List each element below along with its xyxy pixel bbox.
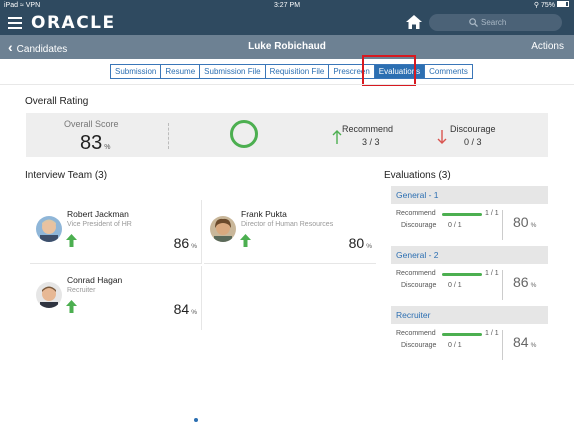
battery-percent: 75% [540, 2, 555, 9]
team-member-card[interactable]: Conrad Hagan Recruiter 84% [30, 266, 202, 330]
recommend-value: 3 / 3 [362, 137, 380, 147]
discourage-value: 0 / 3 [464, 137, 482, 147]
member-name: Robert Jackman [67, 209, 129, 219]
member-score: 84% [173, 301, 197, 317]
recommend-value: 1 / 1 [485, 210, 499, 217]
recommend-label: Recommend [342, 124, 394, 134]
recommend-bar [442, 333, 482, 336]
recommend-label: Recommend [396, 270, 436, 277]
evaluation-name[interactable]: General - 1 [391, 186, 548, 204]
actions-button[interactable]: Actions [531, 41, 564, 52]
member-title: Vice President of HR [67, 221, 132, 228]
search-input[interactable]: Search [429, 14, 562, 31]
tab-resume[interactable]: Resume [161, 65, 201, 78]
overall-rating-heading: Overall Rating [25, 96, 89, 107]
member-score: 86% [173, 235, 197, 251]
score-ring-icon [230, 120, 258, 148]
member-title: Recruiter [67, 287, 96, 294]
recommend-bar [442, 213, 482, 216]
hamburger-menu-icon[interactable] [8, 15, 22, 29]
tab-submission-file[interactable]: Submission File [200, 65, 266, 78]
discourage-label: Discourage [401, 282, 437, 289]
status-bar: iPad ≈ VPN 3:27 PM ⚲ 75% [0, 0, 574, 11]
divider [0, 84, 574, 85]
thumbs-up-arrow-icon [66, 300, 77, 313]
recommend-label: Recommend [396, 330, 436, 337]
discourage-arrow-icon [437, 130, 447, 144]
evaluation-name[interactable]: Recruiter [391, 306, 548, 324]
highlight-box [362, 55, 416, 86]
search-icon [469, 18, 478, 27]
recommend-value: 1 / 1 [485, 270, 499, 277]
member-name: Frank Pukta [241, 209, 287, 219]
divider [168, 123, 169, 149]
overall-score-value: 83% [80, 132, 111, 154]
evaluation-score: 84% [513, 334, 537, 350]
thumbs-up-arrow-icon [240, 234, 251, 247]
clock: 3:27 PM [273, 2, 301, 9]
search-placeholder: Search [481, 18, 507, 27]
divider [502, 210, 503, 240]
page-indicator-dot[interactable] [194, 418, 198, 422]
member-title: Director of Human Resources [241, 221, 334, 228]
evaluation-card[interactable]: General - 2 Recommend 1 / 1 Discourage 0… [391, 246, 548, 304]
team-member-card[interactable]: Robert Jackman Vice President of HR 86% [30, 200, 202, 264]
discourage-value: 0 / 1 [448, 222, 462, 229]
evaluation-card[interactable]: General - 1 Recommend 1 / 1 Discourage 0… [391, 186, 548, 244]
tab-submission[interactable]: Submission [111, 65, 162, 78]
tab-comments[interactable]: Comments [425, 65, 472, 78]
divider [502, 270, 503, 300]
team-member-card[interactable]: Frank Pukta Director of Human Resources … [204, 200, 376, 264]
recommend-label: Recommend [396, 210, 436, 217]
discourage-label: Discourage [401, 222, 437, 229]
avatar [210, 216, 236, 242]
evaluation-score: 80% [513, 214, 537, 230]
evaluation-card[interactable]: Recruiter Recommend 1 / 1 Discourage 0 /… [391, 306, 548, 364]
interview-team-heading: Interview Team (3) [25, 170, 108, 181]
recommend-value: 1 / 1 [485, 330, 499, 337]
discourage-label: Discourage [401, 342, 437, 349]
recommend-bar [442, 273, 482, 276]
page-title: Luke Robichaud [248, 41, 326, 52]
avatar [36, 216, 62, 242]
nav-bar: ‹ Candidates Luke Robichaud Actions [0, 35, 574, 59]
divider [502, 330, 503, 360]
discourage-label: Discourage [450, 124, 496, 134]
tab-bar: Submission Resume Submission File Requis… [110, 64, 473, 79]
battery-icon [557, 1, 569, 8]
oracle-logo: ORACLE [31, 13, 116, 33]
thumbs-up-arrow-icon [66, 234, 77, 247]
discourage-value: 0 / 1 [448, 342, 462, 349]
overall-score-label: Overall Score [64, 119, 119, 129]
avatar [36, 282, 62, 308]
member-name: Conrad Hagan [67, 275, 123, 285]
app-header: ORACLE Search [0, 11, 574, 35]
evaluation-name[interactable]: General - 2 [391, 246, 548, 264]
member-score: 80% [348, 235, 372, 251]
evaluation-score: 86% [513, 274, 537, 290]
overall-rating-card: Overall Score 83% Recommend 3 / 3 Discou… [26, 113, 548, 157]
tab-requisition-file[interactable]: Requisition File [265, 65, 330, 78]
recommend-arrow-icon [332, 130, 342, 144]
home-icon[interactable] [406, 15, 422, 29]
evaluations-heading: Evaluations (3) [384, 170, 451, 181]
discourage-value: 0 / 1 [448, 282, 462, 289]
